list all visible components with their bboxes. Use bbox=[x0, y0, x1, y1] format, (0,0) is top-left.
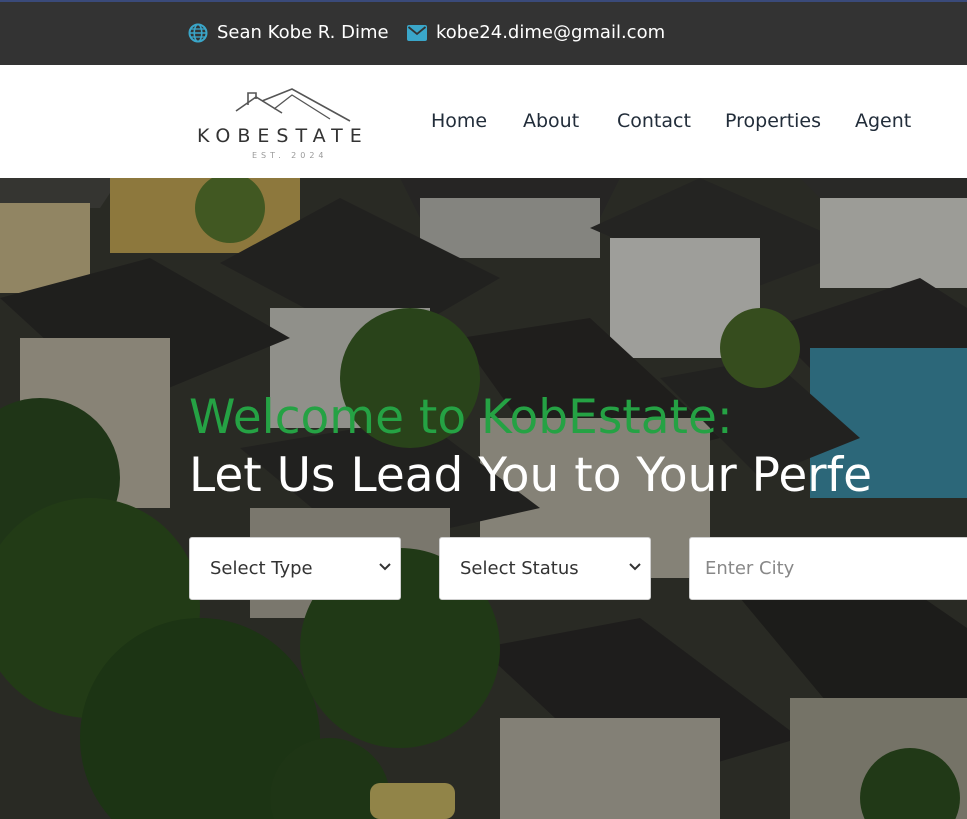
logo-brand: KOBESTATE bbox=[197, 125, 369, 147]
contact-email-text: kobe24.dime@gmail.com bbox=[436, 22, 666, 43]
house-roof-icon bbox=[235, 88, 351, 122]
contact-email[interactable]: kobe24.dime@gmail.com bbox=[407, 22, 665, 43]
status-select[interactable]: Select Status bbox=[439, 537, 651, 600]
contact-name: Sean Kobe R. Dime bbox=[188, 22, 389, 43]
envelope-icon bbox=[407, 24, 427, 41]
globe-icon bbox=[188, 23, 208, 42]
status-select-value: Select Status bbox=[460, 558, 579, 579]
contact-name-text: Sean Kobe R. Dime bbox=[217, 22, 389, 43]
nav-properties[interactable]: Properties bbox=[725, 110, 821, 132]
chevron-down-icon bbox=[379, 563, 391, 571]
contact-bar: Sean Kobe R. Dime kobe24.dime@gmail.com bbox=[0, 0, 967, 65]
hero-headline-tagline: Let Us Lead You to Your Perfe bbox=[189, 448, 873, 503]
city-input[interactable] bbox=[689, 537, 967, 600]
site-logo[interactable]: KOBESTATE EST. 2024 bbox=[196, 87, 386, 163]
type-select-value: Select Type bbox=[210, 558, 313, 579]
chevron-down-icon bbox=[629, 563, 641, 571]
main-navbar: KOBESTATE EST. 2024 Home About Contact P… bbox=[0, 65, 967, 178]
nav-home[interactable]: Home bbox=[431, 110, 487, 132]
hero-section: Welcome to KobEstate: Let Us Lead You to… bbox=[0, 178, 967, 819]
nav-about[interactable]: About bbox=[523, 110, 579, 132]
nav-contact[interactable]: Contact bbox=[617, 110, 691, 132]
nav-agent[interactable]: Agent bbox=[855, 110, 911, 132]
hero-headline-welcome: Welcome to KobEstate: bbox=[189, 390, 733, 445]
type-select[interactable]: Select Type bbox=[189, 537, 401, 600]
logo-tagline: EST. 2024 bbox=[252, 151, 328, 160]
